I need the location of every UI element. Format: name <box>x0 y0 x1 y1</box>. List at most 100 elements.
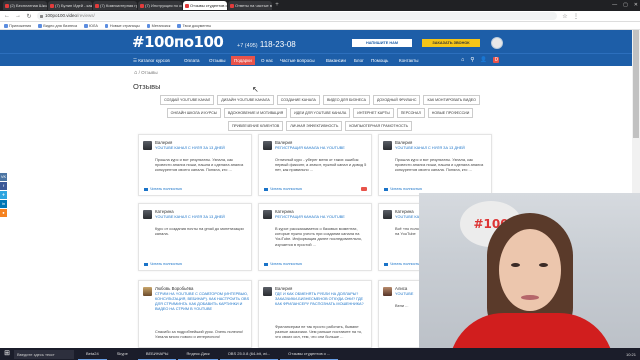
nav-payment[interactable]: Оплата <box>184 58 199 63</box>
category-button[interactable]: Онлайн школа и курсы <box>166 108 221 118</box>
avatar[interactable] <box>491 37 503 49</box>
site-logo[interactable]: #100по100 <box>132 33 224 51</box>
review-card: Валерия YouTube канал с нуля за 13 дней … <box>378 134 492 196</box>
category-button[interactable]: Доходный фриланс <box>372 95 421 105</box>
bookmark[interactable]: Метапоиск <box>146 24 170 28</box>
taskbar-item[interactable]: Skype <box>109 348 136 360</box>
taskbar-item[interactable]: Яндекс.Диск <box>178 348 218 360</box>
review-course-link[interactable]: YouTube канал с нуля за 13 дней <box>395 146 491 151</box>
telegram-icon[interactable]: ✈ <box>0 191 7 199</box>
category-button[interactable]: Дизайн YouTube канала <box>217 95 274 105</box>
read-more-link[interactable]: Читать полностью <box>264 187 302 191</box>
site-header: #100по100 +7 (495) 118-23-08 НАПИШИТЕ НА… <box>0 30 640 53</box>
read-more-link[interactable]: Читать полностью <box>144 262 182 266</box>
nav-faq[interactable]: Частые вопросы <box>280 58 315 63</box>
scrollbar-thumb[interactable] <box>633 30 639 138</box>
maximize-button[interactable]: ▢ <box>623 0 628 11</box>
browser-tab[interactable]: Ответы на частые вопро <box>228 1 272 10</box>
youtube-icon[interactable] <box>361 187 367 191</box>
read-more-link[interactable]: Читать полностью <box>384 187 422 191</box>
review-text: Прошла курс и вот результаты. Узнала, ка… <box>395 157 484 173</box>
category-button[interactable]: Вдохновение и мотивация <box>223 108 288 118</box>
category-button[interactable]: Компьютерная грамотность <box>345 121 413 131</box>
review-course-link[interactable]: YouTube канал с нуля за 13 дней <box>155 215 251 220</box>
taskbar-clock[interactable]: 10:21 <box>626 352 640 357</box>
review-course-link[interactable]: Регистрация канала на YouTube <box>275 215 371 220</box>
reload-icon[interactable]: ↻ <box>26 13 32 20</box>
taskbar-item[interactable]: Beta24 <box>78 348 107 360</box>
taskbar-item[interactable]: ВЕБИНАРЫ <box>137 348 177 360</box>
write-us-button[interactable]: НАПИШИТЕ НАМ <box>352 39 412 47</box>
close-button[interactable]: ✕ <box>634 0 638 11</box>
read-more-link[interactable]: Читать полностью <box>264 262 302 266</box>
bookmark[interactable]: Новые страницы <box>104 24 140 28</box>
category-button[interactable]: Создание канала <box>276 95 320 105</box>
category-button[interactable]: Привлечение клиентов <box>227 121 284 131</box>
review-text: Курс от создания почты на gmail до монет… <box>155 226 244 237</box>
search-icon[interactable]: ⚲ <box>470 57 474 63</box>
home-icon[interactable]: ⌂ <box>134 70 137 76</box>
category-button[interactable]: Как монтировать видео <box>423 95 480 105</box>
back-icon[interactable]: ← <box>4 13 10 19</box>
review-text: Прошла курс и вот результаты. Узнала, ка… <box>155 157 244 173</box>
bookmark[interactable]: Твои документы <box>177 24 211 28</box>
taskbar-item[interactable]: Отзывы студентов о ... <box>280 348 339 360</box>
menu-icon[interactable]: ⋮ <box>573 13 579 20</box>
nav-about[interactable]: О нас <box>261 58 273 63</box>
taskbar-item[interactable]: OBS 25.0.8 (64-bit, wi... <box>219 348 279 360</box>
facebook-icon[interactable]: f <box>0 182 7 190</box>
home-icon[interactable]: ⌂ <box>461 57 464 63</box>
phone-digits: 118-23-08 <box>259 40 296 49</box>
category-button[interactable]: Идеи для YouTube канала <box>290 108 351 118</box>
read-more-link[interactable]: Читать полностью <box>144 187 182 191</box>
review-course-link[interactable]: Стрим на YouTube с Соавтором (интервью, … <box>155 292 251 312</box>
browser-tab[interactable]: (7) Компьютерная грамо <box>93 1 137 10</box>
linkedin-icon[interactable]: in <box>0 200 7 208</box>
category-button[interactable]: Личная эффективность <box>286 121 343 131</box>
nav-help[interactable]: Помощь <box>371 58 388 63</box>
category-button[interactable]: Создай YouTube канал <box>160 95 215 105</box>
browser-tab[interactable]: (2) Бесплатная Школа Ви <box>3 1 47 10</box>
bookmark[interactable]: ЮЛА <box>84 24 98 28</box>
star-icon[interactable]: ☆ <box>562 13 568 20</box>
category-button[interactable]: Видео для бизнеса <box>322 95 370 105</box>
browser-tab[interactable]: (7) Булин Идей - как стать <box>48 1 92 10</box>
forward-icon[interactable]: → <box>15 13 21 19</box>
read-more-link[interactable]: Читать полностью <box>384 262 422 266</box>
review-course-link[interactable]: Где и как обменять рубли на доллары? Зак… <box>275 292 371 307</box>
url-field[interactable]: 100po100.video/reviews/ <box>37 12 557 20</box>
phone-number[interactable]: +7 (495) 118-23-08 <box>237 40 296 49</box>
review-author: Алиса <box>395 286 408 291</box>
start-button[interactable]: ⊞ <box>0 348 14 360</box>
nav-blog[interactable]: Блог <box>354 58 364 63</box>
nav-vacancies[interactable]: Вакансии <box>326 58 346 63</box>
browser-tab-active[interactable]: Отзывы студентов о кур <box>183 1 227 10</box>
review-card: Катерина YouTube канал с нуля за 13 дней… <box>138 203 252 271</box>
new-tab-button[interactable]: + <box>273 1 281 10</box>
presenter-eye <box>511 263 520 267</box>
order-call-button[interactable]: ЗАКАЗАТЬ ЗВОНОК <box>422 39 480 47</box>
taskbar-search-input[interactable]: Введите здесь текст <box>14 349 74 359</box>
review-card: Валерия Регистрация канала на YouTube От… <box>258 134 372 196</box>
nav-reviews[interactable]: Отзывы <box>209 58 225 63</box>
review-course-link[interactable]: YouTube канал с нуля за 13 дней <box>155 146 251 151</box>
bookmark[interactable]: Приложения <box>4 24 31 28</box>
category-button[interactable]: Новые профессии <box>427 108 474 118</box>
avatar <box>263 210 272 219</box>
nav-gifts[interactable]: Подарки <box>231 56 255 65</box>
cart-icon[interactable]: 0 <box>493 57 500 63</box>
user-icon[interactable]: 👤 <box>480 57 487 63</box>
nav-catalog[interactable]: ☰ Каталог курсов <box>133 58 170 64</box>
review-course-link[interactable]: Регистрация канала на YouTube <box>275 146 371 151</box>
category-button[interactable]: Интернет карты <box>353 108 394 118</box>
bookmark[interactable]: Видео для бизнеса <box>38 24 77 28</box>
minimize-button[interactable]: — <box>612 0 617 11</box>
browser-tabbar: (2) Бесплатная Школа Ви (7) Булин Идей -… <box>0 0 640 11</box>
nav-contacts[interactable]: Контакты <box>399 58 418 63</box>
avatar <box>383 141 392 150</box>
odnoklassniki-icon[interactable]: ● <box>0 209 7 217</box>
review-author: Валерия <box>395 140 413 145</box>
browser-tab[interactable]: (7) Инструкция по созд <box>138 1 182 10</box>
category-button[interactable]: Персонал <box>396 108 425 118</box>
vk-icon[interactable]: VK <box>0 173 7 181</box>
